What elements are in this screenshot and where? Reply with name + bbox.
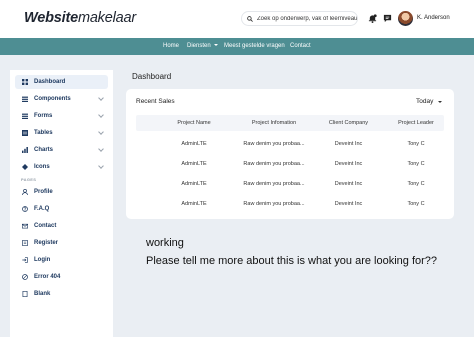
table-cell: Tony C xyxy=(407,201,425,207)
icons-icon xyxy=(19,164,31,170)
recent-sales-card: Recent Sales Today Project Name Project … xyxy=(126,89,454,219)
chevron-down-icon xyxy=(98,129,104,135)
site-logo[interactable]: Websitemakelaar xyxy=(24,10,136,26)
chevron-down-icon xyxy=(438,100,443,103)
main-navbar: Home Diensten Meest gestelde vragen Cont… xyxy=(0,38,474,55)
nav-diensten-label: Diensten xyxy=(187,43,211,49)
nav-faq[interactable]: Meest gestelde vragen xyxy=(224,43,285,49)
period-filter-label: Today xyxy=(416,98,434,105)
sidebar-item-charts[interactable]: Charts xyxy=(15,143,108,157)
column-header[interactable]: Project Leader xyxy=(386,120,446,126)
sidebar-item-icons[interactable]: Icons xyxy=(15,160,108,174)
sidebar-item-dashboard[interactable]: Dashboard xyxy=(15,75,108,89)
table-row[interactable]: AdminLTE Raw denim you probaa... Deveint… xyxy=(136,195,444,215)
table-cell: Deveint Inc xyxy=(334,201,363,207)
tables-icon xyxy=(19,130,31,136)
notification-bell-icon[interactable] xyxy=(366,12,378,24)
error-icon xyxy=(19,274,31,280)
sidebar-item-label: F.A.Q xyxy=(34,206,50,212)
charts-icon xyxy=(19,147,31,153)
login-icon xyxy=(19,257,31,263)
top-bar: Websitemakelaar K. Anderson xyxy=(0,0,474,38)
chevron-down-icon xyxy=(98,95,104,101)
table-cell: AdminLTE xyxy=(181,181,207,187)
sidebar-item-label: Charts xyxy=(34,147,54,153)
table-cell: Tony C xyxy=(407,161,425,167)
table-cell: Raw denim you probaa... xyxy=(243,181,305,187)
table-cell: Tony C xyxy=(407,181,425,187)
sidebar-item-label: Components xyxy=(34,96,71,102)
table-cell: AdminLTE xyxy=(181,141,207,147)
sidebar-item-components[interactable]: Components xyxy=(15,92,108,106)
dashboard-icon xyxy=(19,79,31,85)
sidebar-item-label: Icons xyxy=(34,164,50,170)
sidebar-item-contact[interactable]: Contact xyxy=(15,219,108,233)
chevron-down-icon xyxy=(98,163,104,169)
sidebar-item-forms[interactable]: Forms xyxy=(15,109,108,123)
table-cell: AdminLTE xyxy=(181,161,207,167)
table-cell: Tony C xyxy=(407,141,425,147)
user-name[interactable]: K. Anderson xyxy=(417,15,450,21)
table-cell: Raw denim you probaa... xyxy=(243,141,305,147)
contact-icon xyxy=(19,223,31,229)
sidebar-item-profile[interactable]: Profile xyxy=(15,185,108,199)
components-icon xyxy=(19,96,31,102)
table-cell: Deveint Inc xyxy=(334,181,363,187)
table-cell: Deveint Inc xyxy=(334,161,363,167)
search-icon xyxy=(247,15,253,22)
forms-icon xyxy=(19,113,31,119)
table-row[interactable]: AdminLTE Raw denim you probaa... Deveint… xyxy=(136,135,444,155)
search-input[interactable] xyxy=(257,15,357,22)
sidebar-item-register[interactable]: Register xyxy=(15,236,108,250)
chevron-down-icon xyxy=(98,146,104,152)
sidebar: Dashboard Components Forms Tables Charts… xyxy=(10,70,113,337)
card-title: Recent Sales xyxy=(136,98,175,105)
column-header[interactable]: Project Name xyxy=(164,120,224,126)
nav-home[interactable]: Home xyxy=(163,43,179,49)
sidebar-item-label: Dashboard xyxy=(34,79,66,85)
table-cell: Raw denim you probaa... xyxy=(243,201,305,207)
register-icon xyxy=(19,240,31,246)
sidebar-item-tables[interactable]: Tables xyxy=(15,126,108,140)
chevron-down-icon xyxy=(213,44,218,47)
page-title: Dashboard xyxy=(132,72,172,81)
period-filter-dropdown[interactable]: Today xyxy=(416,98,443,105)
sidebar-item-label: Error 404 xyxy=(34,274,61,280)
chevron-down-icon xyxy=(98,112,104,118)
sidebar-section-pages: PAGES xyxy=(21,177,37,182)
sidebar-item-label: Register xyxy=(34,240,59,246)
faq-icon xyxy=(19,206,31,212)
sidebar-item-login[interactable]: Login xyxy=(15,253,108,267)
sidebar-item-label: Forms xyxy=(34,113,53,119)
table-row[interactable]: AdminLTE Raw denim you probaa... Deveint… xyxy=(136,175,444,195)
blank-icon xyxy=(19,291,31,297)
user-avatar[interactable] xyxy=(398,11,413,26)
sidebar-item-label: Blank xyxy=(34,291,51,297)
sidebar-item-error-404[interactable]: Error 404 xyxy=(15,270,108,284)
table-cell: AdminLTE xyxy=(181,201,207,207)
sidebar-item-label: Tables xyxy=(34,130,53,136)
table-row[interactable]: AdminLTE Raw denim you probaa... Deveint… xyxy=(136,155,444,175)
table-cell: Raw denim you probaa... xyxy=(243,161,305,167)
chat-icon[interactable] xyxy=(381,12,393,24)
sidebar-item-label: Profile xyxy=(34,189,53,195)
profile-icon xyxy=(19,189,31,195)
sidebar-item-label: Contact xyxy=(34,223,57,229)
sidebar-item-blank[interactable]: Blank xyxy=(15,287,108,301)
column-header[interactable]: Project Infomation xyxy=(229,120,319,126)
search-box[interactable] xyxy=(241,11,358,26)
sidebar-item-faq[interactable]: F.A.Q xyxy=(15,202,108,216)
nav-contact[interactable]: Contact xyxy=(290,43,311,49)
table-header: Project Name Project Infomation Client C… xyxy=(136,115,444,131)
table-cell: Deveint Inc xyxy=(334,141,363,147)
sidebar-item-label: Login xyxy=(34,257,51,263)
overlay-text-line-2: Please tell me more about this is what y… xyxy=(146,255,438,267)
overlay-text-line-1: working xyxy=(146,237,184,249)
nav-diensten[interactable]: Diensten xyxy=(187,43,218,49)
column-header[interactable]: Client Company xyxy=(311,120,386,126)
